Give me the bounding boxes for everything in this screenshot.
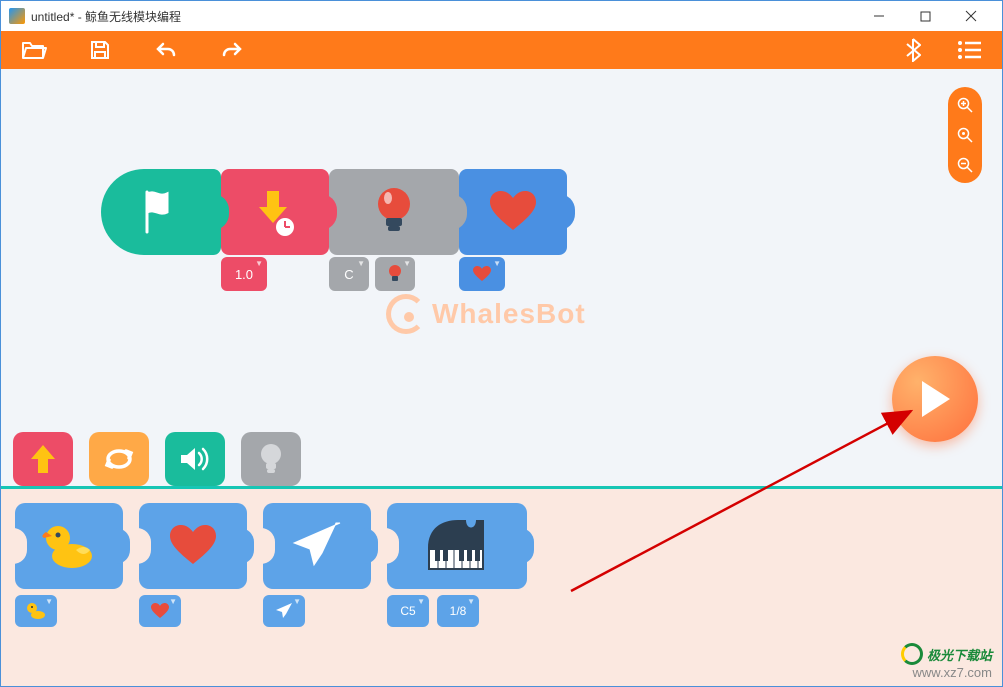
piano-icon: [422, 518, 492, 574]
repeat-icon: [104, 446, 134, 472]
download-clock-icon: [253, 187, 297, 237]
arrow-up-icon: [29, 443, 57, 475]
zoom-panel: [948, 87, 982, 183]
bluetooth-button[interactable]: [900, 37, 926, 63]
zoom-out-button[interactable]: [955, 155, 975, 175]
plane-param[interactable]: ▼: [263, 595, 305, 627]
maximize-button[interactable]: [902, 1, 948, 31]
watermark-logo: WhalesBot: [386, 294, 586, 334]
bulb-block[interactable]: ▼C ▼: [329, 169, 459, 255]
close-button[interactable]: [948, 1, 994, 31]
duck-icon: [42, 522, 96, 570]
download-block[interactable]: ▼1.0: [221, 169, 329, 255]
heart-icon: [488, 190, 538, 234]
bulb-small-icon: [387, 264, 403, 284]
heart-param[interactable]: ▼: [459, 257, 505, 291]
heart-small-icon: [151, 603, 169, 619]
zoom-in-button[interactable]: [955, 95, 975, 115]
canvas-area[interactable]: WhalesBot ▼1.0 ▼C ▼: [1, 69, 1002, 486]
block-palette: ▼ ▼ ▼: [1, 489, 1002, 686]
undo-button[interactable]: [153, 37, 179, 63]
start-block[interactable]: [101, 169, 221, 255]
duration-param[interactable]: ▼1.0: [221, 257, 267, 291]
volume-icon: [179, 445, 211, 473]
app-icon: [9, 8, 25, 24]
window-title: untitled* - 鲸鱼无线模块编程: [31, 8, 181, 25]
play-button[interactable]: [892, 356, 978, 442]
duck-small-icon: [26, 602, 46, 620]
window-titlebar: untitled* - 鲸鱼无线模块编程: [1, 1, 1002, 31]
redo-button[interactable]: [219, 37, 245, 63]
plane-small-icon: [275, 602, 293, 620]
category-sound[interactable]: [165, 432, 225, 486]
piano-note-param[interactable]: ▼C5: [387, 595, 429, 627]
heart-small-icon: [473, 266, 491, 282]
site-watermark: 极光下载站 www.xz7.com: [901, 643, 992, 680]
palette-duck-block[interactable]: [15, 503, 123, 589]
menu-button[interactable]: [956, 37, 982, 63]
heart-param[interactable]: ▼: [139, 595, 181, 627]
heart-icon: [168, 524, 218, 568]
palette-piano-block[interactable]: [387, 503, 527, 589]
bulb-color-param[interactable]: ▼: [375, 257, 415, 291]
main-toolbar: [1, 31, 1002, 69]
play-icon: [918, 379, 952, 419]
minimize-button[interactable]: [856, 1, 902, 31]
category-loop[interactable]: [89, 432, 149, 486]
heart-block[interactable]: ▼: [459, 169, 567, 255]
program-chain[interactable]: ▼1.0 ▼C ▼ ▼: [101, 169, 567, 255]
open-button[interactable]: [21, 37, 47, 63]
duck-param[interactable]: ▼: [15, 595, 57, 627]
bulb-port-param[interactable]: ▼C: [329, 257, 369, 291]
palette-plane-block[interactable]: [263, 503, 371, 589]
save-button[interactable]: [87, 37, 113, 63]
plane-icon: [290, 519, 344, 573]
category-upload[interactable]: [13, 432, 73, 486]
flag-icon: [141, 190, 181, 234]
category-light[interactable]: [241, 432, 301, 486]
palette-heart-block[interactable]: [139, 503, 247, 589]
bulb-gray-icon: [259, 443, 283, 475]
category-tabs: [13, 432, 301, 486]
bulb-icon: [372, 184, 416, 240]
zoom-reset-button[interactable]: [955, 125, 975, 145]
piano-duration-param[interactable]: ▼1/8: [437, 595, 479, 627]
